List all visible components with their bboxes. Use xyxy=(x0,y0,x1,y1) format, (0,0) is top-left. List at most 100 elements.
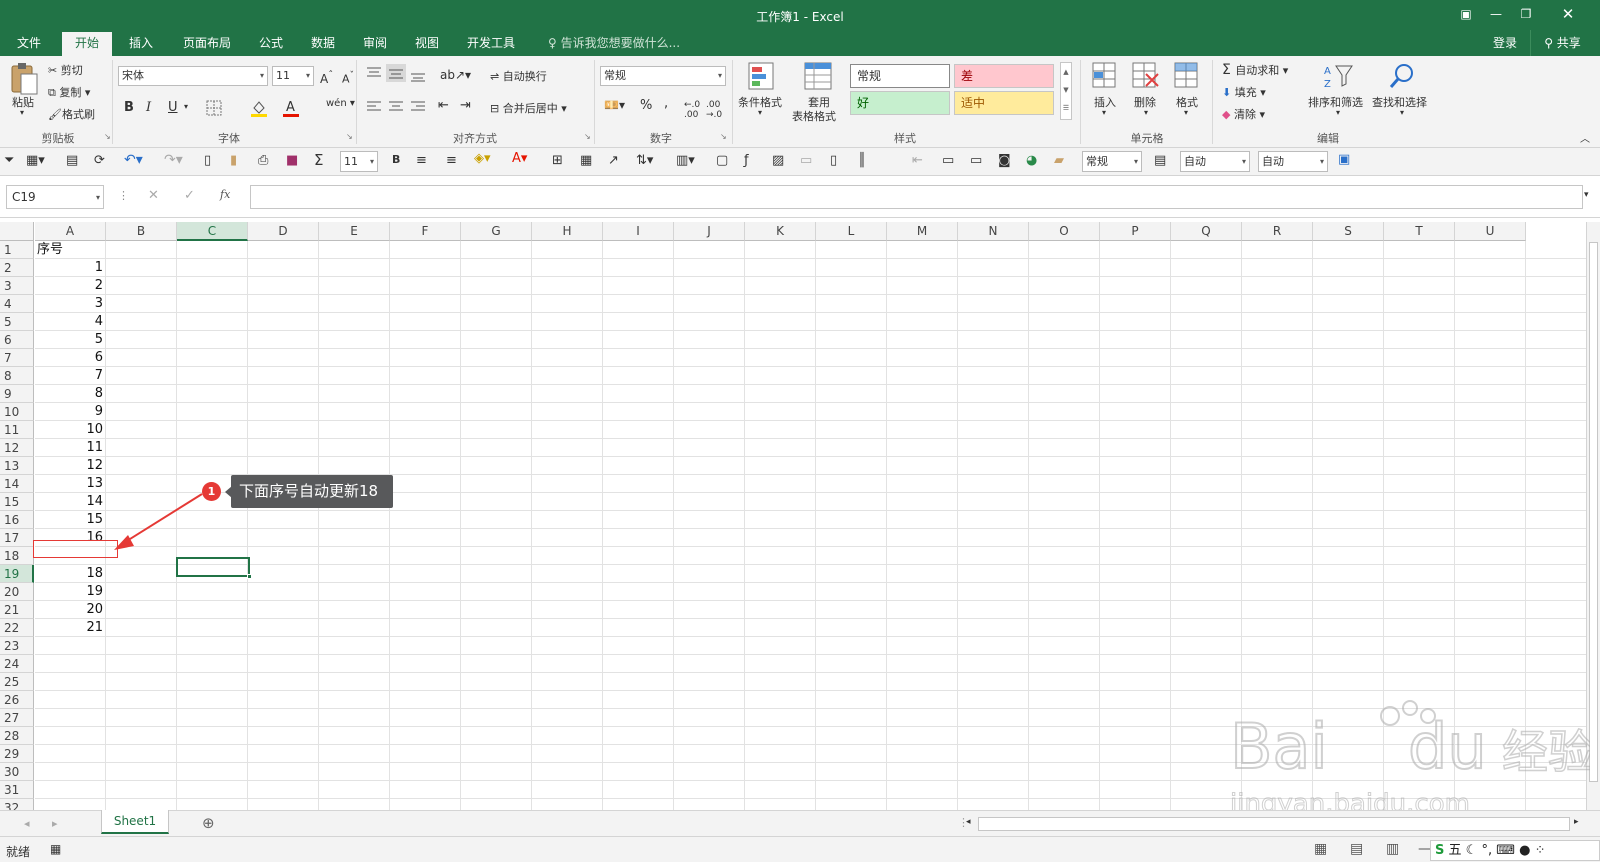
ime-user-icon[interactable]: ● xyxy=(1519,843,1530,858)
ime-grid-icon[interactable]: ⁘ xyxy=(1535,843,1546,858)
column-header[interactable]: J xyxy=(674,222,745,241)
qat-window-icon[interactable]: ▭ xyxy=(942,153,954,168)
tab-home[interactable]: 开始 xyxy=(62,32,112,56)
cell-a[interactable]: 序号 xyxy=(35,241,106,259)
paste-dropdown-icon[interactable]: ▾ xyxy=(20,108,24,117)
qat-orientation-icon[interactable]: ↗ xyxy=(608,153,619,168)
formula-input[interactable] xyxy=(250,185,1583,209)
column-header[interactable]: C xyxy=(177,222,248,241)
column-header[interactable]: B xyxy=(106,222,177,241)
add-sheet-icon[interactable]: ⊕ xyxy=(202,814,215,832)
autosum-button[interactable]: Σ 自动求和 ▾ xyxy=(1222,62,1288,78)
qat-columns-icon[interactable]: ║ xyxy=(858,153,866,168)
dialog-launcher-icon[interactable]: ↘ xyxy=(584,132,591,141)
increase-indent-icon[interactable]: ⇥ xyxy=(460,98,471,113)
format-as-table-label-2[interactable]: 表格格式 xyxy=(792,108,836,124)
tab-view[interactable]: 视图 xyxy=(404,30,450,56)
select-all-corner[interactable] xyxy=(0,222,34,241)
expand-formula-icon[interactable]: ▾ xyxy=(1584,190,1589,200)
chevron-down-icon[interactable]: ▾ xyxy=(1144,108,1148,117)
row-header[interactable]: 18 xyxy=(0,547,34,565)
tab-review[interactable]: 审阅 xyxy=(352,30,398,56)
cell-a[interactable]: 21 xyxy=(35,619,106,637)
align-middle-icon[interactable] xyxy=(386,64,406,82)
align-center-icon[interactable] xyxy=(388,100,404,114)
table-icon[interactable]: ▤ xyxy=(66,153,78,168)
cell-a[interactable]: 7 xyxy=(35,367,106,385)
shrink-font-icon[interactable]: Aˇ xyxy=(342,70,354,86)
row-header[interactable]: 10 xyxy=(0,403,34,421)
scroll-right-icon[interactable]: ▸ xyxy=(1574,817,1579,827)
cell-a[interactable]: 1 xyxy=(35,259,106,277)
camera-icon[interactable]: ◙ xyxy=(998,153,1011,168)
dialog-launcher-icon[interactable]: ↘ xyxy=(104,132,111,141)
column-header[interactable]: P xyxy=(1100,222,1171,241)
wrap-text-button[interactable]: ⇌ 自动换行 xyxy=(490,68,547,84)
align-top-icon[interactable] xyxy=(366,66,382,80)
row-header[interactable]: 13 xyxy=(0,457,34,475)
font-color-icon[interactable]: A xyxy=(282,98,300,118)
clear-button[interactable]: ◆ 清除 ▾ xyxy=(1222,106,1265,122)
qat-font-color-icon[interactable]: A▾ xyxy=(512,151,527,166)
row-header[interactable]: 20 xyxy=(0,583,34,601)
collapse-ribbon-icon[interactable]: ︿ xyxy=(1580,130,1590,145)
column-header[interactable]: R xyxy=(1242,222,1313,241)
row-header[interactable]: 16 xyxy=(0,511,34,529)
redo-icon[interactable]: ↷▾ xyxy=(164,152,183,168)
qat-table-icon[interactable]: ▥▾ xyxy=(676,153,695,168)
paste-icon[interactable] xyxy=(10,62,38,96)
insert-function-icon[interactable]: fx xyxy=(220,188,230,201)
normal-view-icon[interactable]: ▦ xyxy=(1314,841,1327,857)
sort-filter-icon[interactable]: AZ xyxy=(1322,62,1354,90)
style-normal[interactable]: 常规 xyxy=(850,64,950,88)
format-painter-button[interactable]: 🖌格式刷 xyxy=(48,106,95,122)
comma-style-icon[interactable]: , xyxy=(664,96,668,111)
row-header[interactable]: 12 xyxy=(0,439,34,457)
cell-a[interactable]: 12 xyxy=(35,457,106,475)
print-preview-icon[interactable]: ⎙ xyxy=(258,153,268,168)
qat-format-select[interactable]: 常规 ▾ xyxy=(1082,151,1142,172)
column-header[interactable]: G xyxy=(461,222,532,241)
column-header[interactable]: M xyxy=(887,222,958,241)
fill-handle[interactable] xyxy=(247,574,252,579)
cell-a[interactable]: 13 xyxy=(35,475,106,493)
cell-a[interactable]: 4 xyxy=(35,313,106,331)
minimize-icon[interactable]: — xyxy=(1484,4,1508,24)
column-header[interactable]: O xyxy=(1029,222,1100,241)
row-header[interactable]: 24 xyxy=(0,655,34,673)
cell-a[interactable]: 2 xyxy=(35,277,106,295)
qat-fill-color-icon[interactable]: ◈▾ xyxy=(474,151,491,166)
cell-a[interactable]: 19 xyxy=(35,583,106,601)
ime-keyboard-icon[interactable]: ⌨ xyxy=(1496,843,1515,858)
sigma-icon[interactable]: Σ xyxy=(314,151,323,169)
column-header[interactable]: F xyxy=(390,222,461,241)
column-header[interactable]: I xyxy=(603,222,674,241)
dialog-launcher-icon[interactable]: ↘ xyxy=(346,132,353,141)
row-header[interactable]: 21 xyxy=(0,601,34,619)
font-size-select[interactable]: 11 ▾ xyxy=(272,66,314,86)
row-header[interactable]: 17 xyxy=(0,529,34,547)
row-header[interactable]: 28 xyxy=(0,727,34,745)
qat-auto-select-1[interactable]: 自动 ▾ xyxy=(1180,151,1250,172)
qat-align-left-icon[interactable]: ≡ xyxy=(416,153,427,168)
underline-button[interactable]: U xyxy=(168,100,178,115)
horizontal-scrollbar[interactable] xyxy=(978,817,1570,831)
scroll-left-icon[interactable]: ◂ xyxy=(966,817,971,827)
ribbon-display-icon[interactable]: ▣ xyxy=(1454,4,1478,24)
chevron-down-icon[interactable]: ▾ xyxy=(1102,108,1106,117)
column-header[interactable]: Q xyxy=(1171,222,1242,241)
qat-align-center-icon[interactable]: ≡ xyxy=(446,153,457,168)
column-header[interactable]: H xyxy=(532,222,603,241)
delete-cells-icon[interactable] xyxy=(1132,62,1160,90)
increase-decimal-icon[interactable]: ←.0.00 xyxy=(684,100,700,120)
align-left-icon[interactable] xyxy=(366,100,382,114)
align-right-icon[interactable] xyxy=(410,100,426,114)
chevron-down-icon[interactable]: ▾ xyxy=(184,102,188,111)
column-header[interactable]: U xyxy=(1455,222,1526,241)
cell-a[interactable]: 3 xyxy=(35,295,106,313)
cut-button[interactable]: ✂ 剪切 xyxy=(48,62,83,78)
format-cells-icon[interactable] xyxy=(1174,62,1200,90)
share-button[interactable]: ⚲ 共享 xyxy=(1530,30,1594,56)
refresh-icon[interactable]: ⟳ xyxy=(94,153,105,168)
ime-mode-icon[interactable]: 五 xyxy=(1449,843,1462,858)
